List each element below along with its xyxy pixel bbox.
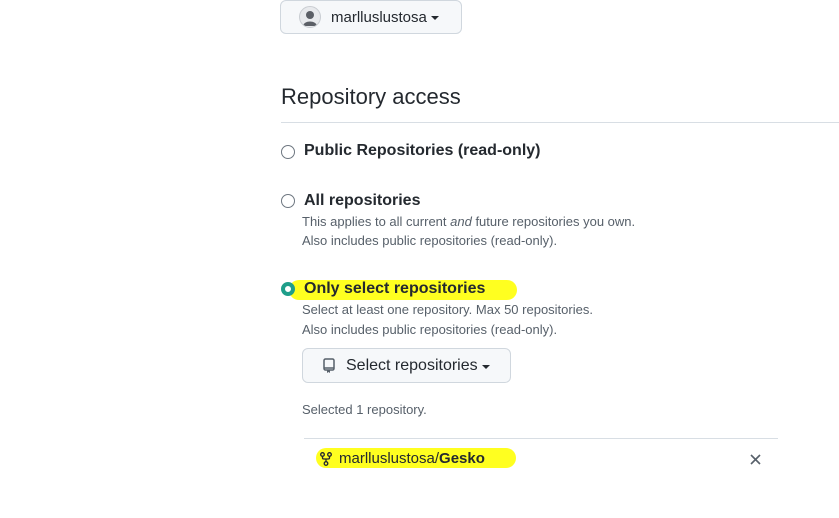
close-icon: [750, 454, 761, 465]
radio-public-repositories[interactable]: [281, 145, 295, 159]
section-divider: [281, 122, 839, 123]
repo-icon: [322, 357, 336, 374]
owner-dropdown-button[interactable]: marlluslustosa: [280, 0, 462, 34]
repo-name: Gesko: [439, 450, 485, 467]
option-label-all[interactable]: All repositories: [304, 192, 420, 210]
selected-repo-item: marlluslustosa/Gesko: [320, 450, 485, 467]
select-repositories-label: Select repositories: [346, 356, 478, 374]
owner-name: marlluslustosa: [331, 8, 427, 26]
option-select-note-2: Also includes public repositories (read-…: [302, 322, 558, 337]
option-all-note-2: Also includes public repositories (read-…: [302, 233, 558, 248]
option-label-public[interactable]: Public Repositories (read-only): [304, 142, 540, 160]
option-select-note-1: Select at least one repository. Max 50 r…: [302, 302, 593, 317]
radio-all-repositories[interactable]: [281, 194, 295, 208]
remove-repo-button[interactable]: [748, 452, 763, 467]
radio-only-select-repositories[interactable]: [281, 282, 295, 296]
selected-count: Selected 1 repository.: [302, 402, 427, 417]
select-repositories-button[interactable]: Select repositories: [302, 348, 511, 383]
repo-forked-icon: [320, 451, 332, 466]
user-avatar: [299, 6, 321, 28]
chevron-down-icon: [481, 364, 490, 369]
section-title: Repository access: [281, 84, 461, 109]
repo-list-divider: [304, 438, 778, 439]
option-label-only-select[interactable]: Only select repositories: [304, 280, 485, 298]
chevron-down-icon: [430, 16, 439, 20]
repo-owner: marlluslustosa/: [339, 450, 440, 467]
option-all-note-1: This applies to all current and future r…: [302, 214, 636, 229]
